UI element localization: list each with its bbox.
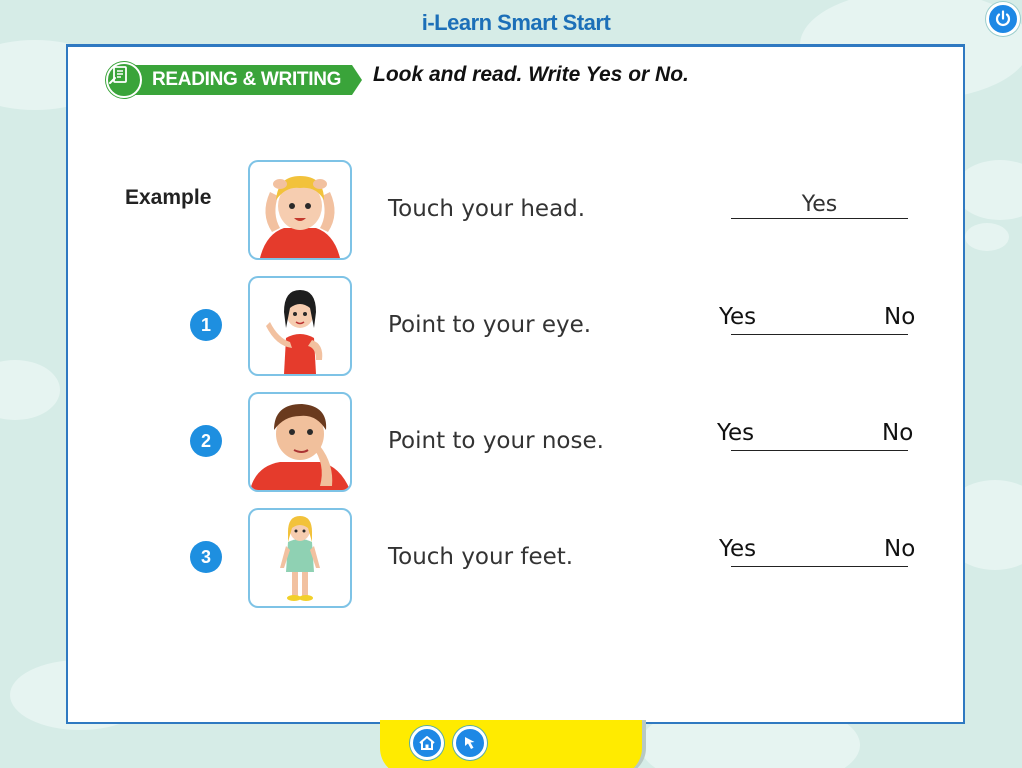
instruction-text: Look and read. Write Yes or No. xyxy=(373,63,689,86)
answer-line-1[interactable] xyxy=(731,334,908,335)
background-cloud xyxy=(955,160,1022,220)
home-icon xyxy=(419,736,435,750)
question-sentence-3: Touch your feet. xyxy=(388,544,574,570)
exercise-page: READING & WRITING Look and read. Write Y… xyxy=(66,44,965,724)
question-number-badge: 2 xyxy=(190,425,222,457)
boy-pointing-nose-illustration xyxy=(250,404,350,490)
answer-line-3[interactable] xyxy=(731,566,908,567)
option-yes-2[interactable]: Yes xyxy=(717,420,754,446)
back-button[interactable] xyxy=(453,726,487,760)
app-title: i-Learn Smart Start xyxy=(421,10,611,35)
power-icon xyxy=(995,10,1011,26)
example-row: Example Touch your head. Yes xyxy=(68,160,963,260)
home-button[interactable] xyxy=(410,726,444,760)
option-no-2[interactable]: No xyxy=(882,420,913,446)
question-row-3: 3 Touch your feet. Yes No xyxy=(68,508,963,608)
question-row-2: 2 Point to your nose. Yes No xyxy=(68,392,963,492)
option-no-1[interactable]: No xyxy=(884,304,915,330)
question-number-badge: 1 xyxy=(190,309,222,341)
option-no-3[interactable]: No xyxy=(884,536,915,562)
example-answer-line xyxy=(731,218,908,219)
option-yes-3[interactable]: Yes xyxy=(719,536,756,562)
power-button[interactable] xyxy=(986,2,1020,36)
reading-writing-icon xyxy=(106,62,142,98)
boy-touching-head-illustration xyxy=(260,176,340,258)
section-badge: READING & WRITING xyxy=(102,61,364,99)
girl-pointing-elbow-illustration xyxy=(266,290,323,374)
question-picture-2 xyxy=(248,392,352,492)
example-label: Example xyxy=(125,186,212,209)
option-yes-1[interactable]: Yes xyxy=(719,304,756,330)
example-sentence: Touch your head. xyxy=(388,196,586,222)
question-picture-1 xyxy=(248,276,352,376)
question-picture-3 xyxy=(248,508,352,608)
background-cloud xyxy=(0,360,60,420)
back-arrow-icon xyxy=(465,737,475,749)
background-cloud xyxy=(965,223,1009,251)
girl-standing-illustration xyxy=(280,516,320,601)
example-picture xyxy=(248,160,352,260)
question-number-badge: 3 xyxy=(190,541,222,573)
section-label: READING & WRITING xyxy=(152,69,342,90)
question-row-1: 1 Point to your eye. Yes No xyxy=(68,276,963,376)
answer-line-2[interactable] xyxy=(731,450,908,451)
question-sentence-2: Point to your nose. xyxy=(388,428,604,454)
question-sentence-1: Point to your eye. xyxy=(388,312,592,338)
example-answer: Yes xyxy=(801,192,838,217)
